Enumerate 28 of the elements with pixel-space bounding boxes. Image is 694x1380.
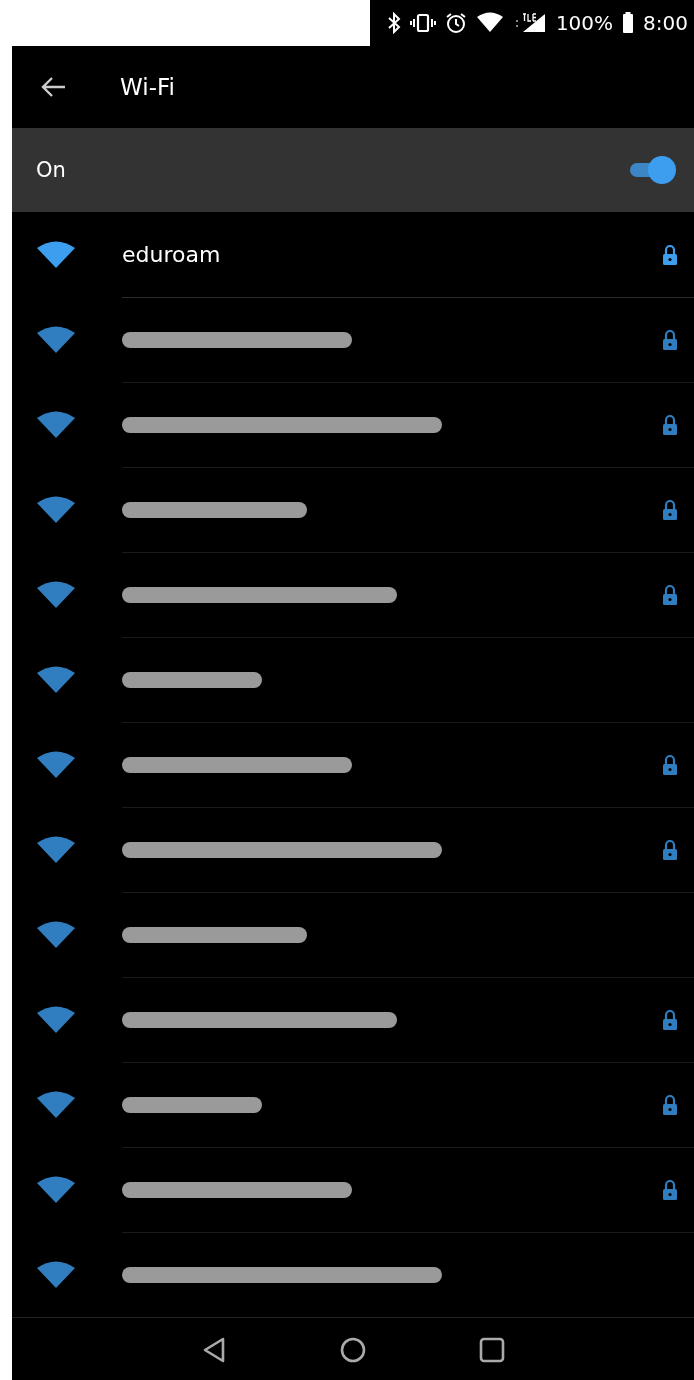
wifi-signal-icon	[36, 835, 76, 864]
vibrate-icon	[409, 12, 436, 34]
wifi-signal-icon	[36, 750, 76, 779]
wifi-signal-icon	[36, 920, 76, 949]
wifi-signal-icon	[36, 240, 76, 269]
switch-label: On	[36, 158, 66, 182]
wifi-toggle[interactable]	[628, 154, 676, 186]
wifi-signal-icon	[36, 665, 76, 694]
wifi-signal-icon	[36, 1005, 76, 1034]
alarm-icon	[444, 12, 467, 34]
battery-percent: 100%	[555, 11, 614, 35]
home-nav-button[interactable]	[339, 1336, 367, 1364]
wifi-signal-icon	[36, 1260, 76, 1289]
wifi-signal-icon	[36, 580, 76, 609]
screen-title: Wi-Fi	[120, 74, 175, 100]
recents-nav-button[interactable]	[479, 1337, 505, 1363]
network-item[interactable]: eduroam	[12, 212, 694, 297]
wifi-signal-icon	[36, 1175, 76, 1204]
back-nav-button[interactable]	[201, 1336, 227, 1364]
clock: 8:00	[643, 11, 688, 35]
bluetooth-icon	[386, 12, 401, 34]
wifi-signal-icon	[36, 325, 76, 354]
battery-icon	[622, 12, 635, 34]
wifi-icon	[475, 12, 504, 34]
wifi-signal-icon	[36, 495, 76, 524]
network-name: eduroam	[122, 242, 221, 267]
wifi-signal-icon	[36, 1090, 76, 1119]
wifi-signal-icon	[36, 410, 76, 439]
